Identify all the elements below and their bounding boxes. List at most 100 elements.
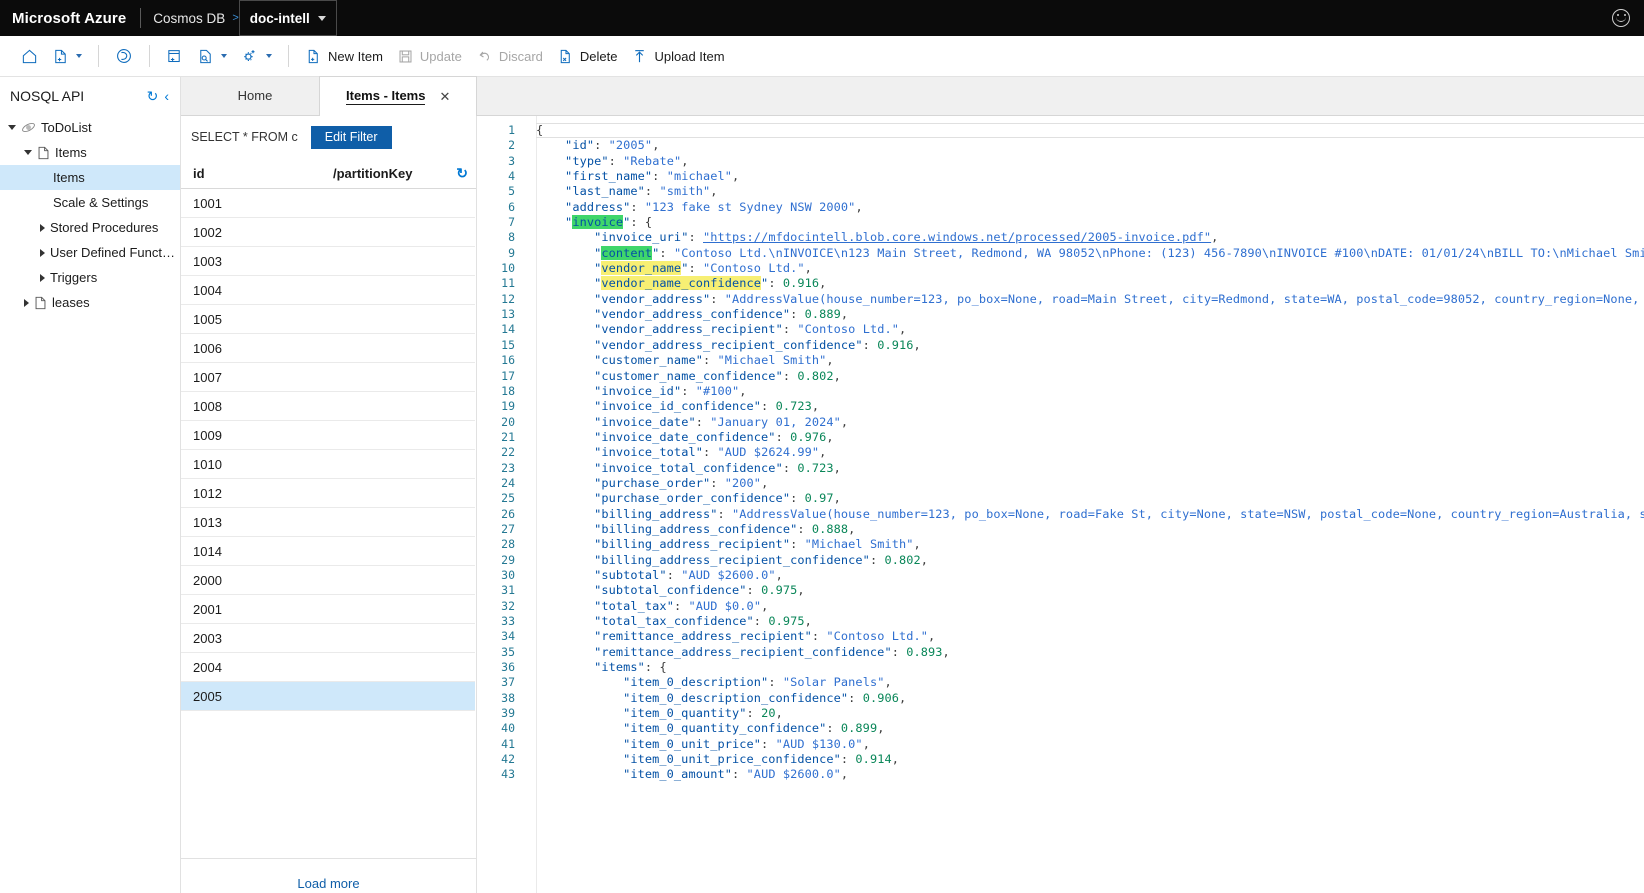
line-number: 18 bbox=[501, 383, 515, 398]
database-icon bbox=[21, 120, 36, 135]
line-number: 24 bbox=[501, 475, 515, 490]
table-row[interactable]: 1003 bbox=[181, 247, 475, 276]
line-number: 7 bbox=[508, 215, 515, 230]
refresh-icon[interactable]: ↻ bbox=[144, 89, 162, 103]
line-number: 42 bbox=[501, 752, 515, 767]
tree-node-items[interactable]: Items bbox=[0, 165, 180, 190]
table-row[interactable]: 1013 bbox=[181, 508, 475, 537]
code-line: "items": { bbox=[594, 660, 667, 675]
code-line: "billing_address_recipient": "Michael Sm… bbox=[594, 537, 921, 552]
tree-node-triggers[interactable]: Triggers bbox=[0, 265, 180, 290]
line-number: 30 bbox=[501, 567, 515, 582]
json-editor[interactable]: 1 2 3 4 5 6 7 8 9 10 11 12 13 14 15 16 17 18 19 20 21 22 23 24 2… bbox=[477, 116, 1644, 893]
new-container-button[interactable] bbox=[45, 40, 89, 72]
code-line: "customer_name": "Michael Smith", bbox=[594, 353, 834, 368]
code-line: "type": "Rebate", bbox=[565, 153, 689, 168]
tree-node-user-defined-functions[interactable]: User Defined Functions bbox=[0, 240, 180, 265]
table-row[interactable]: 1008 bbox=[181, 392, 475, 421]
container-icon bbox=[34, 296, 47, 310]
discard-button[interactable]: Discard bbox=[469, 40, 550, 72]
new-sql-query-button[interactable] bbox=[159, 40, 190, 72]
code-line: "billing_address_confidence": 0.888, bbox=[594, 521, 856, 536]
refresh-icon[interactable]: ↻ bbox=[456, 166, 468, 180]
tab-strip: Home Items - Items ✕ bbox=[181, 76, 1644, 116]
cell-id: 1008 bbox=[193, 398, 222, 414]
table-row[interactable]: 1005 bbox=[181, 305, 475, 334]
code-line: "total_tax": "AUD $0.0", bbox=[594, 598, 769, 613]
close-icon[interactable]: ✕ bbox=[439, 90, 450, 103]
azure-brand-link[interactable]: Microsoft Azure bbox=[0, 0, 140, 36]
editor-code-area[interactable]: { "id": "2005", "type": "Rebate", "first… bbox=[536, 116, 1644, 893]
editor-fold-strip[interactable] bbox=[523, 116, 536, 893]
tree-node-stored-procedures[interactable]: Stored Procedures bbox=[0, 215, 180, 240]
tree-node-todolist[interactable]: ToDoList bbox=[0, 115, 180, 140]
table-row[interactable]: 1009 bbox=[181, 421, 475, 450]
line-number: 3 bbox=[508, 153, 515, 168]
content-pane: Home Items - Items ✕ SELECT * FROM c Edi… bbox=[181, 76, 1644, 893]
line-number: 40 bbox=[501, 721, 515, 736]
chevron-right-icon[interactable] bbox=[40, 248, 45, 257]
code-line: "vendor_address_confidence": 0.889, bbox=[594, 307, 849, 322]
code-line: "item_0_unit_price": "AUD $130.0", bbox=[623, 736, 870, 751]
breadcrumb-item-cosmos-db[interactable]: Cosmos DB bbox=[153, 11, 225, 26]
column-header-id[interactable]: id bbox=[193, 166, 333, 181]
chevron-right-icon[interactable] bbox=[40, 273, 45, 282]
table-row[interactable]: 1010 bbox=[181, 450, 475, 479]
line-number: 22 bbox=[501, 445, 515, 460]
line-number: 17 bbox=[501, 368, 515, 383]
chevron-down-icon[interactable] bbox=[24, 150, 32, 155]
new-stored-procedure-button[interactable] bbox=[234, 40, 279, 72]
line-number: 39 bbox=[501, 706, 515, 721]
table-row[interactable]: 1012 bbox=[181, 479, 475, 508]
cell-id: 2000 bbox=[193, 572, 222, 588]
delete-button[interactable]: Delete bbox=[550, 40, 625, 72]
chevron-right-icon[interactable] bbox=[40, 223, 45, 232]
table-row[interactable]: 1014 bbox=[181, 537, 475, 566]
tree-node-leases[interactable]: leases bbox=[0, 290, 180, 315]
chevron-down-icon bbox=[317, 15, 326, 21]
line-number: 10 bbox=[501, 261, 515, 276]
work-area: SELECT * FROM c Edit Filter id /partitio… bbox=[181, 116, 1644, 893]
new-item-button[interactable]: New Item bbox=[298, 40, 390, 72]
tree-node-scale-and-settings[interactable]: Scale & Settings bbox=[0, 190, 180, 215]
table-row[interactable]: 1004 bbox=[181, 276, 475, 305]
code-line: "id": "2005", bbox=[565, 138, 660, 153]
chevron-down-icon bbox=[221, 54, 227, 58]
cosmos-entity-button[interactable] bbox=[108, 40, 140, 72]
table-row[interactable]: 1002 bbox=[181, 218, 475, 247]
chevron-down-icon[interactable] bbox=[8, 125, 16, 130]
chevron-right-icon[interactable] bbox=[24, 298, 29, 307]
update-button[interactable]: Update bbox=[390, 40, 469, 72]
breadcrumb-item-account-selector[interactable]: doc-intell bbox=[238, 0, 337, 36]
tree-node-items-container[interactable]: Items bbox=[0, 140, 180, 165]
table-row[interactable]: 2000 bbox=[181, 566, 475, 595]
table-row[interactable]: 2001 bbox=[181, 595, 475, 624]
table-row[interactable]: 1006 bbox=[181, 334, 475, 363]
column-header-partitionkey[interactable]: /partitionKey bbox=[333, 166, 456, 181]
tab-items-items[interactable]: Items - Items ✕ bbox=[319, 76, 478, 116]
table-row[interactable]: 2005 bbox=[181, 682, 475, 711]
table-row[interactable]: 1007 bbox=[181, 363, 475, 392]
table-row[interactable]: 2003 bbox=[181, 624, 475, 653]
code-line: "last_name": "smith", bbox=[565, 184, 718, 199]
chevron-down-icon bbox=[266, 54, 272, 58]
open-query-button[interactable] bbox=[190, 40, 234, 72]
line-number: 9 bbox=[508, 245, 515, 260]
table-row[interactable]: 2004 bbox=[181, 653, 475, 682]
code-line: "invoice_id_confidence": 0.723, bbox=[594, 399, 820, 414]
code-line: "vendor_address": "AddressValue(house_nu… bbox=[594, 291, 1644, 306]
documents-rows[interactable]: 1001 1002 1003 1004 1005 1006 1007 1008 … bbox=[181, 189, 476, 858]
code-line: "item_0_quantity_confidence": 0.899, bbox=[623, 721, 885, 736]
collapse-left-icon[interactable]: ‹ bbox=[161, 89, 172, 103]
code-line: "item_0_description_confidence": 0.906, bbox=[623, 690, 907, 705]
upload-item-button[interactable]: Upload Item bbox=[624, 40, 731, 72]
table-row[interactable]: 1001 bbox=[181, 189, 475, 218]
api-type-label: NOSQL API bbox=[10, 88, 85, 104]
load-more-link[interactable]: Load more bbox=[297, 876, 359, 891]
toolbar-divider bbox=[288, 45, 289, 67]
edit-filter-button[interactable]: Edit Filter bbox=[310, 125, 392, 149]
cell-id: 1002 bbox=[193, 224, 222, 240]
tab-home[interactable]: Home bbox=[191, 76, 319, 115]
home-button[interactable] bbox=[14, 40, 45, 72]
feedback-smiley-icon[interactable] bbox=[1612, 9, 1630, 27]
